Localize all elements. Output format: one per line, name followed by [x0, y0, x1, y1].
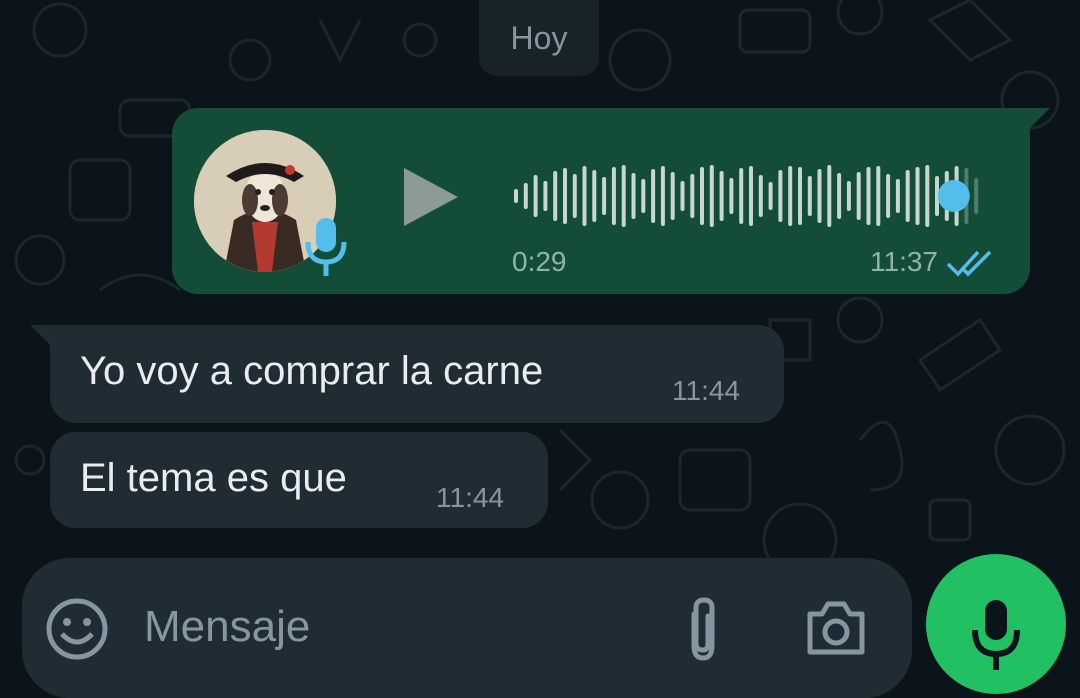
waveform-bar — [827, 165, 832, 227]
waveform-bar — [523, 183, 528, 209]
waveform-bar — [925, 165, 930, 227]
waveform[interactable] — [512, 156, 992, 236]
emoji-icon[interactable] — [44, 596, 110, 662]
waveform-bar — [670, 172, 675, 220]
waveform-bar — [768, 182, 773, 210]
waveform-bar — [974, 178, 979, 214]
waveform-bar — [563, 168, 567, 224]
waveform-bar — [651, 169, 656, 223]
waveform-bar — [788, 166, 793, 226]
voice-duration: 0:29 — [512, 246, 567, 277]
waveform-bar — [514, 189, 518, 203]
waveform-bar — [758, 175, 763, 217]
message-text: Yo voy a comprar la carne — [80, 349, 544, 393]
waveform-bar — [749, 166, 753, 226]
waveform-bar — [886, 174, 891, 218]
waveform-bar — [553, 171, 558, 221]
waveform-bar — [631, 173, 636, 219]
voice-message-bubble[interactable]: 0:29 11:37 — [172, 108, 1030, 294]
waveform-bar — [798, 167, 802, 225]
waveform-bar — [690, 174, 695, 218]
waveform-bar — [876, 166, 881, 226]
message-time: 11:44 — [436, 482, 504, 513]
playback-position-handle[interactable] — [937, 180, 970, 212]
waveform-bar — [895, 179, 900, 213]
waveform-bar — [729, 178, 734, 214]
waveform-bar — [621, 165, 626, 227]
waveform-bar — [543, 181, 548, 211]
waveform-bar — [846, 181, 851, 211]
message-time: 11:37 — [870, 246, 938, 277]
message-time: 11:44 — [672, 375, 740, 406]
bubble-tail — [30, 325, 52, 347]
waveform-bar — [533, 175, 538, 217]
waveform-bar — [572, 174, 577, 218]
double-check-read-icon — [946, 248, 996, 278]
waveform-bar — [856, 172, 861, 220]
waveform-bar — [700, 167, 704, 225]
microphone-button[interactable] — [926, 554, 1066, 694]
waveform-bar — [817, 169, 822, 223]
incoming-message[interactable]: El tema es que 11:44 — [50, 432, 548, 528]
message-text: El tema es que — [80, 456, 347, 500]
waveform-bar — [611, 167, 616, 225]
waveform-bar — [837, 173, 842, 219]
waveform-bar — [915, 167, 920, 225]
waveform-bar — [660, 166, 665, 226]
waveform-bar — [719, 171, 724, 221]
message-input[interactable] — [144, 592, 644, 662]
waveform-bar — [905, 170, 910, 222]
voice-note-mic-icon — [302, 212, 350, 282]
bubble-tail — [1028, 108, 1050, 130]
waveform-bar — [807, 176, 812, 216]
waveform-bar — [602, 177, 607, 215]
waveform-bar — [739, 168, 744, 224]
waveform-bar — [778, 170, 783, 222]
microphone-icon — [972, 600, 1020, 670]
date-chip: Hoy — [479, 0, 599, 76]
waveform-bar — [709, 165, 714, 227]
paperclip-icon[interactable] — [678, 594, 728, 666]
waveform-bar — [680, 181, 685, 211]
waveform-bar — [592, 170, 597, 222]
waveform-bar — [866, 167, 871, 225]
waveform-bar — [641, 179, 646, 213]
camera-icon[interactable] — [804, 598, 868, 658]
composer-bar — [22, 558, 912, 698]
waveform-bar — [582, 166, 587, 226]
play-icon[interactable] — [400, 166, 460, 228]
incoming-message[interactable]: Yo voy a comprar la carne 11:44 — [50, 325, 784, 423]
